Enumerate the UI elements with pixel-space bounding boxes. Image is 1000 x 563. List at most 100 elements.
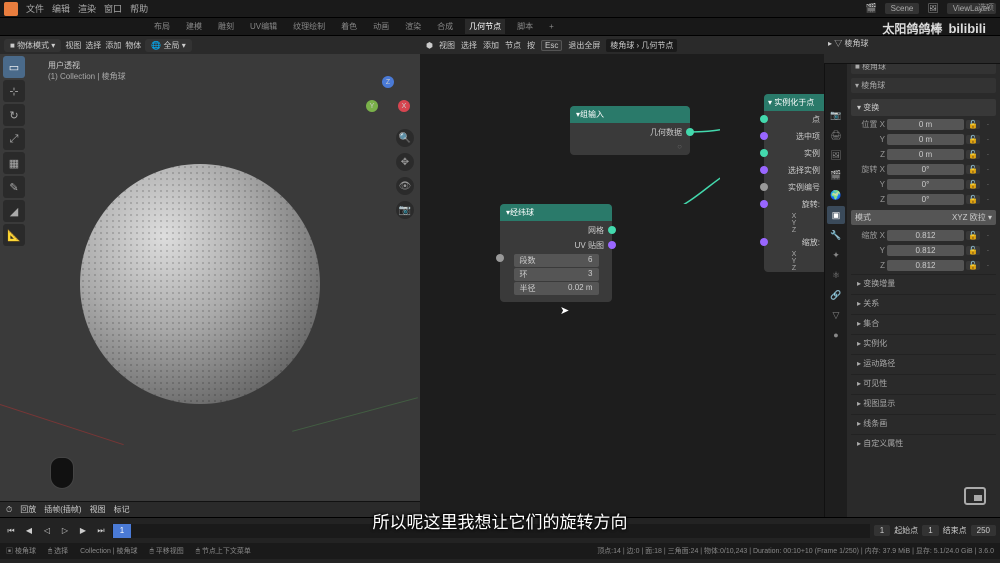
tool-addcube-icon[interactable]: 📐: [3, 224, 25, 246]
section-instancing[interactable]: ▸ 实例化: [851, 334, 996, 352]
socket-dot-icon[interactable]: [760, 238, 768, 246]
node-group-input[interactable]: ▾ 组输入 几何数据 ○: [570, 106, 690, 155]
node-group-input-header[interactable]: ▾ 组输入: [570, 106, 690, 123]
pos-y[interactable]: 0 m: [887, 134, 964, 145]
tab-add[interactable]: +: [545, 20, 558, 33]
rot-x[interactable]: X: [764, 213, 824, 220]
gizmo-z-axis[interactable]: Z: [382, 76, 394, 88]
field-radius[interactable]: 半径0.02 m: [514, 282, 599, 295]
nav-gizmo[interactable]: X Y Z: [366, 76, 410, 120]
main-menubar[interactable]: 文件 编辑 渲染 窗口 帮助 🎬 Scene 🖼 ViewLayer: [0, 0, 1000, 18]
ds-keying[interactable]: 插帧(插帧): [44, 504, 81, 515]
menu-help[interactable]: 帮助: [130, 2, 148, 15]
ds-editor-icon[interactable]: ⏱: [6, 505, 12, 515]
tool-move-icon[interactable]: ↻: [3, 104, 25, 126]
workspace-tabs[interactable]: 布局 建模 雕刻 UV编辑 纹理绘制 着色 动画 渲染 合成 几何节点 脚本 +: [0, 18, 1000, 36]
vp-add[interactable]: 添加: [105, 40, 121, 51]
ne-add[interactable]: 添加: [483, 40, 499, 51]
tab-modifiers-icon[interactable]: 🔧: [827, 226, 845, 244]
prev-key-icon[interactable]: ◀: [22, 524, 36, 538]
tab-physics-icon[interactable]: ⚛: [827, 266, 845, 284]
skip-end-icon[interactable]: ⏭: [94, 524, 108, 538]
3d-viewport[interactable]: 用户透视 (1) Collection | 棱角球 ▭ ⊹ ↻ ⤢ ▦ ✎ ◢ …: [0, 54, 420, 501]
tab-object-icon[interactable]: ▣: [827, 206, 845, 224]
tab-output-icon[interactable]: 🖨: [827, 126, 845, 144]
rot-y[interactable]: 0°: [887, 179, 964, 190]
rot-z[interactable]: Z: [764, 227, 824, 234]
tab-viewlayer-icon[interactable]: 🖼: [827, 146, 845, 164]
tab-render-icon[interactable]: 📷: [827, 106, 845, 124]
tool-scale-icon[interactable]: ▦: [3, 152, 25, 174]
outliner[interactable]: ▸ ▽ 棱角球: [824, 36, 1000, 64]
tool-select-box-icon[interactable]: ▭: [3, 56, 25, 78]
vp-select[interactable]: 选择: [85, 40, 101, 51]
tab-comp[interactable]: 合成: [433, 19, 457, 34]
next-key-icon[interactable]: ▶: [76, 524, 90, 538]
pan-icon[interactable]: ✥: [396, 153, 414, 171]
socket-dot-icon[interactable]: [686, 128, 694, 136]
section-visibility[interactable]: ▸ 可见性: [851, 374, 996, 392]
tool-rotate-icon[interactable]: ⤢: [3, 128, 25, 150]
frame-start[interactable]: 1: [922, 525, 938, 536]
mode-dropdown[interactable]: ■ 物体模式 ▾: [4, 39, 61, 52]
section-custom[interactable]: ▸ 自定义属性: [851, 434, 996, 452]
pos-x[interactable]: 0 m: [887, 119, 964, 130]
gizmo-x-axis[interactable]: X: [398, 100, 410, 112]
ne-editor-icon[interactable]: ⬢: [426, 41, 433, 50]
ne-node[interactable]: 节点: [505, 40, 521, 51]
play-rev-icon[interactable]: ◁: [40, 524, 54, 538]
scale-y[interactable]: 0.812: [887, 245, 964, 256]
socket-dot-icon[interactable]: [760, 183, 768, 191]
socket-dot-icon[interactable]: [608, 241, 616, 249]
pos-z[interactable]: 0 m: [887, 149, 964, 160]
section-transform[interactable]: ▾ 变换: [851, 99, 996, 116]
section-motionpath[interactable]: ▸ 运动路径: [851, 354, 996, 372]
tab-sculpt[interactable]: 雕刻: [214, 19, 238, 34]
socket-dot-icon[interactable]: [760, 166, 768, 174]
tab-constraints-icon[interactable]: 🔗: [827, 286, 845, 304]
ds-view[interactable]: 视图: [90, 504, 106, 515]
camera-view-icon[interactable]: 👁: [396, 177, 414, 195]
tab-particles-icon[interactable]: ✦: [827, 246, 845, 264]
zoom-icon[interactable]: 🔍: [396, 129, 414, 147]
field-segments[interactable]: 段数6: [514, 254, 599, 267]
socket-dot-icon[interactable]: [608, 226, 616, 234]
rot-x[interactable]: 0°: [887, 164, 964, 175]
ds-mark[interactable]: 标记: [114, 504, 130, 515]
vp-view[interactable]: 视图: [65, 40, 81, 51]
ne-select[interactable]: 选择: [461, 40, 477, 51]
tool-measure-icon[interactable]: ◢: [3, 200, 25, 222]
scale-y[interactable]: Y: [764, 258, 824, 265]
tool-annotate-icon[interactable]: ✎: [3, 176, 25, 198]
menu-edit[interactable]: 编辑: [52, 2, 70, 15]
socket-dot-icon[interactable]: [760, 200, 768, 208]
tab-data-icon[interactable]: ▽: [827, 306, 845, 324]
play-icon[interactable]: ▷: [58, 524, 72, 538]
rot-z[interactable]: 0°: [887, 194, 964, 205]
scene-field[interactable]: Scene: [885, 3, 920, 14]
viewport-header[interactable]: ■ 物体模式 ▾ 视图 选择 添加 物体 🌐 全局 ▾ 选项: [0, 36, 420, 54]
socket-dot-icon[interactable]: [760, 149, 768, 157]
node-canvas[interactable]: ▾ 组输入 几何数据 ○ ▾ 经纬球 网格 UV 贴图 段数6 环3 半径0.0…: [420, 54, 824, 517]
node-breadcrumb[interactable]: 棱角球 › 几何节点: [606, 39, 677, 52]
scale-z[interactable]: Z: [764, 265, 824, 272]
timeline-cursor[interactable]: 1: [113, 524, 131, 538]
vp-object[interactable]: 物体: [125, 40, 141, 51]
tab-layout[interactable]: 布局: [150, 19, 174, 34]
tab-render[interactable]: 渲染: [401, 19, 425, 34]
instanced-sphere-object[interactable]: [80, 164, 320, 404]
tool-cursor-icon[interactable]: ⊹: [3, 80, 25, 102]
rot-y[interactable]: Y: [764, 220, 824, 227]
ne-view[interactable]: 视图: [439, 40, 455, 51]
frame-current[interactable]: 1: [874, 525, 890, 536]
section-relations[interactable]: ▸ 关系: [851, 294, 996, 312]
frame-end[interactable]: 250: [971, 525, 996, 536]
node-iop-header[interactable]: ▾ 实例化于点: [764, 94, 824, 111]
field-rings[interactable]: 环3: [514, 268, 599, 281]
section-collections[interactable]: ▸ 集合: [851, 314, 996, 332]
props-crumb-2[interactable]: ▾ 棱角球: [851, 78, 996, 93]
section-delta[interactable]: ▸ 变换增量: [851, 274, 996, 292]
vp-options[interactable]: 选项: [978, 2, 994, 13]
tab-uv[interactable]: UV编辑: [246, 19, 281, 34]
pip-icon[interactable]: [964, 487, 986, 505]
